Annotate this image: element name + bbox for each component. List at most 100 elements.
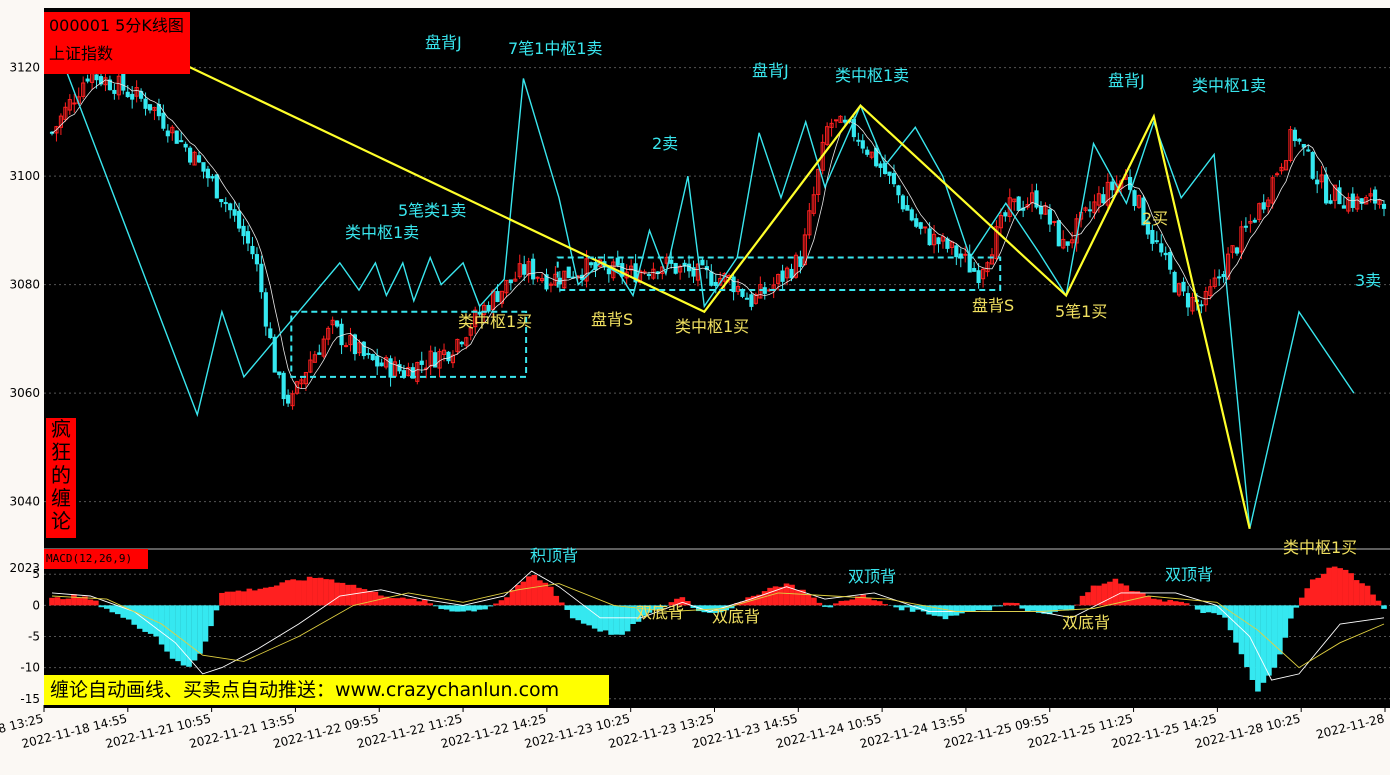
- macd-bar: [1024, 605, 1031, 612]
- candle-body: [335, 320, 340, 327]
- macd-bar: [1123, 585, 1130, 606]
- candle-body: [905, 205, 910, 211]
- macd-bar: [295, 580, 302, 606]
- macd-bar: [942, 605, 949, 620]
- candle-body: [927, 228, 932, 246]
- macd-bar: [1002, 602, 1009, 606]
- macd-bar: [312, 577, 318, 606]
- candle-body: [1275, 173, 1280, 176]
- candle-body: [254, 254, 259, 265]
- macd-bar: [822, 605, 828, 607]
- macd-bar: [400, 597, 406, 606]
- candle-body: [419, 360, 424, 365]
- candle-body: [860, 140, 865, 149]
- candle-body: [201, 162, 206, 172]
- macd-top-label: 2023: [9, 561, 40, 575]
- macd-bar: [65, 598, 72, 606]
- candle-body: [121, 72, 126, 91]
- signal-annotation: 双底背: [636, 603, 684, 622]
- price-tick-label: 3100: [9, 169, 40, 183]
- macd-bar: [772, 586, 779, 606]
- macd-bar: [339, 582, 346, 606]
- candle-body: [1150, 229, 1155, 244]
- candle-body: [130, 93, 135, 100]
- macd-bar: [471, 605, 477, 612]
- macd-bar: [871, 600, 878, 606]
- price-axis: 3040306030803100312050-5-10-152023: [9, 61, 40, 706]
- macd-bar: [882, 604, 888, 606]
- candle-body: [161, 112, 166, 129]
- macd-bar: [849, 599, 856, 606]
- candle-body: [673, 263, 678, 274]
- macd-bar: [449, 605, 455, 612]
- candle-body: [914, 218, 919, 227]
- candle-body: [85, 78, 90, 82]
- macd-bar: [432, 605, 439, 607]
- candle-body: [446, 351, 451, 362]
- macd-tick-label: -10: [20, 661, 40, 675]
- macd-bar: [443, 605, 450, 610]
- signal-annotation: 类中枢1买: [458, 312, 532, 331]
- candle-body: [1261, 202, 1266, 210]
- macd-bar: [273, 585, 280, 606]
- macd-bar: [109, 605, 116, 613]
- chart-code: 000001 5分K线图: [49, 16, 184, 35]
- candle-body: [508, 279, 513, 284]
- candle-body: [1337, 187, 1342, 205]
- macd-bar: [1315, 577, 1322, 606]
- macd-bar: [509, 589, 516, 606]
- candle-body: [1199, 304, 1204, 307]
- candle-body: [366, 353, 371, 356]
- macd-bar: [104, 605, 110, 609]
- candle-body: [370, 354, 375, 361]
- macd-bar: [860, 594, 867, 606]
- promo-footer[interactable]: 缠论自动画线、买卖点自动推送：www.crazychanlun.com: [44, 675, 609, 705]
- candle-body: [219, 198, 224, 203]
- macd-bar: [1381, 605, 1387, 609]
- candle-body: [1065, 241, 1070, 246]
- macd-bar: [1348, 573, 1354, 606]
- candle-body: [210, 176, 215, 179]
- candle-body: [856, 139, 861, 142]
- macd-bar: [953, 605, 960, 616]
- signal-annotation: 类中枢1买: [1283, 538, 1357, 557]
- macd-bar: [131, 605, 138, 625]
- candle-body: [896, 185, 901, 196]
- macd-bar: [416, 601, 423, 606]
- candle-body: [615, 257, 620, 266]
- candle-body: [223, 202, 228, 205]
- macd-bar: [230, 591, 236, 606]
- signal-annotation: 2卖: [652, 134, 678, 153]
- candle-body: [263, 292, 268, 327]
- chart-title-box: 000001 5分K线图 上证指数: [44, 12, 190, 74]
- macd-bar: [986, 605, 993, 611]
- macd-tick-label: -5: [28, 630, 40, 644]
- macd-bar: [421, 599, 428, 606]
- macd-bar: [460, 605, 466, 612]
- candle-body: [214, 174, 219, 199]
- kline-chart: 盘背J 7笔1中枢1卖盘背J 类中枢1卖 盘背J 类中枢1卖2卖5笔类1卖类中枢1卖3卖…: [0, 8, 1390, 751]
- candle-body: [286, 394, 291, 404]
- candle-body: [976, 270, 981, 284]
- macd-bar: [378, 595, 384, 606]
- macd-bar: [1293, 605, 1300, 608]
- macd-bar: [526, 576, 532, 606]
- macd-bar: [1211, 605, 1217, 614]
- candle-body: [147, 104, 153, 111]
- candle-body: [1297, 138, 1302, 142]
- candle-body: [1185, 293, 1191, 308]
- candle-body: [709, 271, 714, 286]
- macd-bar: [482, 605, 488, 610]
- macd-bar: [389, 598, 395, 606]
- macd-bar: [1019, 605, 1026, 609]
- signal-annotation: 双底背: [1062, 613, 1110, 632]
- macd-bar: [476, 605, 483, 610]
- macd-bar: [268, 586, 275, 606]
- candle-body: [918, 222, 923, 229]
- candle-body: [646, 274, 652, 277]
- candle-body: [379, 362, 384, 367]
- macd-bar: [548, 586, 554, 606]
- macd-bar: [202, 605, 209, 642]
- macd-bar: [87, 599, 94, 606]
- macd-bar: [844, 600, 850, 606]
